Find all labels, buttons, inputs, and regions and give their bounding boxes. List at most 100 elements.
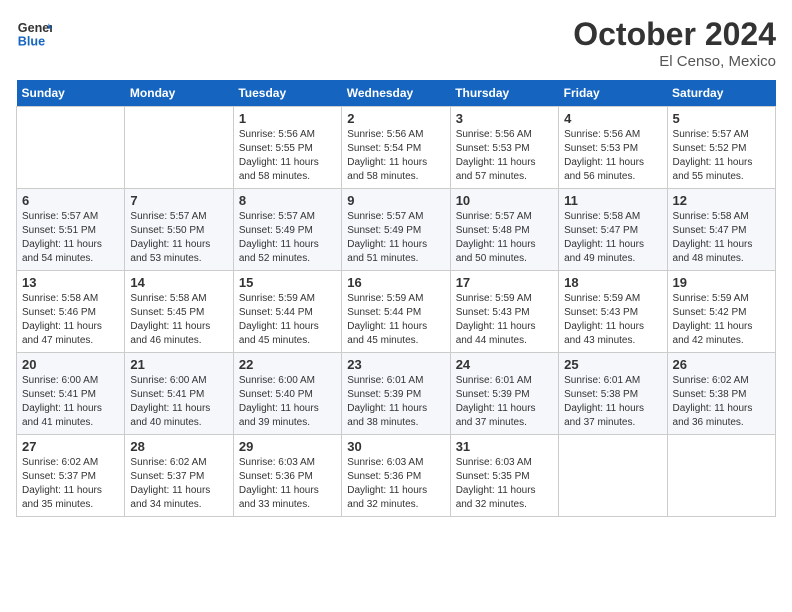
cell-info: Sunrise: 6:03 AM Sunset: 5:36 PM Dayligh… (239, 456, 336, 512)
day-header-tuesday: Tuesday (233, 80, 341, 107)
cell-info: Sunrise: 6:00 AM Sunset: 5:41 PM Dayligh… (130, 374, 227, 430)
cell-info: Sunrise: 5:57 AM Sunset: 5:52 PM Dayligh… (673, 128, 770, 184)
cell-info: Sunrise: 5:58 AM Sunset: 5:47 PM Dayligh… (673, 210, 770, 266)
calendar-cell: 31 Sunrise: 6:03 AM Sunset: 5:35 PM Dayli… (450, 435, 558, 517)
day-number: 2 (347, 111, 444, 126)
day-number: 17 (456, 275, 553, 290)
day-number: 27 (22, 439, 119, 454)
calendar-cell: 10 Sunrise: 5:57 AM Sunset: 5:48 PM Dayli… (450, 189, 558, 271)
svg-text:General: General (18, 21, 52, 35)
cell-info: Sunrise: 5:56 AM Sunset: 5:53 PM Dayligh… (564, 128, 661, 184)
week-row-3: 13 Sunrise: 5:58 AM Sunset: 5:46 PM Dayli… (17, 271, 776, 353)
calendar-cell: 20Sunrise: 6:00 AM Sunset: 5:41 PM Dayli… (17, 353, 125, 435)
cell-info: Sunrise: 5:57 AM Sunset: 5:49 PM Dayligh… (239, 210, 336, 266)
day-number: 21 (130, 357, 227, 372)
cell-info: Sunrise: 5:59 AM Sunset: 5:44 PM Dayligh… (239, 292, 336, 348)
calendar-cell: 9Sunrise: 5:57 AM Sunset: 5:49 PM Daylig… (342, 189, 450, 271)
day-number: 5 (673, 111, 770, 126)
day-number: 13 (22, 275, 119, 290)
day-header-sunday: Sunday (17, 80, 125, 107)
cell-info: Sunrise: 5:56 AM Sunset: 5:53 PM Dayligh… (456, 128, 553, 184)
cell-info: Sunrise: 5:56 AM Sunset: 5:55 PM Dayligh… (239, 128, 336, 184)
calendar-cell: 11Sunrise: 5:58 AM Sunset: 5:47 PM Dayli… (559, 189, 667, 271)
day-header-monday: Monday (125, 80, 233, 107)
cell-info: Sunrise: 5:59 AM Sunset: 5:44 PM Dayligh… (347, 292, 444, 348)
calendar-cell: 28 Sunrise: 6:02 AM Sunset: 5:37 PM Dayli… (125, 435, 233, 517)
calendar-cell: 1 Sunrise: 5:56 AM Sunset: 5:55 PM Daylig… (233, 107, 341, 189)
calendar-cell: 8 Sunrise: 5:57 AM Sunset: 5:49 PM Daylig… (233, 189, 341, 271)
cell-info: Sunrise: 6:02 AM Sunset: 5:38 PM Dayligh… (673, 374, 770, 430)
cell-info: Sunrise: 5:58 AM Sunset: 5:46 PM Dayligh… (22, 292, 119, 348)
cell-info: Sunrise: 5:57 AM Sunset: 5:50 PM Dayligh… (130, 210, 227, 266)
logo: General Blue (16, 16, 52, 52)
calendar-cell: 2 Sunrise: 5:56 AM Sunset: 5:54 PM Daylig… (342, 107, 450, 189)
cell-info: Sunrise: 6:02 AM Sunset: 5:37 PM Dayligh… (130, 456, 227, 512)
day-number: 3 (456, 111, 553, 126)
day-number: 31 (456, 439, 553, 454)
day-number: 1 (239, 111, 336, 126)
calendar-cell: 24Sunrise: 6:01 AM Sunset: 5:39 PM Dayli… (450, 353, 558, 435)
day-number: 23 (347, 357, 444, 372)
calendar-cell: 19Sunrise: 5:59 AM Sunset: 5:42 PM Dayli… (667, 271, 775, 353)
calendar-cell: 7 Sunrise: 5:57 AM Sunset: 5:50 PM Daylig… (125, 189, 233, 271)
day-number: 24 (456, 357, 553, 372)
day-header-thursday: Thursday (450, 80, 558, 107)
calendar-cell: 6Sunrise: 5:57 AM Sunset: 5:51 PM Daylig… (17, 189, 125, 271)
day-number: 15 (239, 275, 336, 290)
calendar-cell: 16 Sunrise: 5:59 AM Sunset: 5:44 PM Dayli… (342, 271, 450, 353)
cell-info: Sunrise: 6:01 AM Sunset: 5:38 PM Dayligh… (564, 374, 661, 430)
cell-info: Sunrise: 6:03 AM Sunset: 5:36 PM Dayligh… (347, 456, 444, 512)
calendar-cell: 29Sunrise: 6:03 AM Sunset: 5:36 PM Dayli… (233, 435, 341, 517)
calendar-table: SundayMondayTuesdayWednesdayThursdayFrid… (16, 80, 776, 517)
calendar-cell: 4 Sunrise: 5:56 AM Sunset: 5:53 PM Daylig… (559, 107, 667, 189)
cell-info: Sunrise: 6:00 AM Sunset: 5:40 PM Dayligh… (239, 374, 336, 430)
cell-info: Sunrise: 5:59 AM Sunset: 5:43 PM Dayligh… (456, 292, 553, 348)
calendar-cell: 3 Sunrise: 5:56 AM Sunset: 5:53 PM Daylig… (450, 107, 558, 189)
calendar-cell (667, 435, 775, 517)
cell-info: Sunrise: 5:58 AM Sunset: 5:45 PM Dayligh… (130, 292, 227, 348)
day-number: 10 (456, 193, 553, 208)
day-number: 22 (239, 357, 336, 372)
calendar-cell: 12 Sunrise: 5:58 AM Sunset: 5:47 PM Dayli… (667, 189, 775, 271)
calendar-cell: 25 Sunrise: 6:01 AM Sunset: 5:38 PM Dayli… (559, 353, 667, 435)
week-row-2: 6Sunrise: 5:57 AM Sunset: 5:51 PM Daylig… (17, 189, 776, 271)
cell-info: Sunrise: 5:57 AM Sunset: 5:51 PM Dayligh… (22, 210, 119, 266)
cell-info: Sunrise: 5:59 AM Sunset: 5:42 PM Dayligh… (673, 292, 770, 348)
calendar-cell: 23 Sunrise: 6:01 AM Sunset: 5:39 PM Dayli… (342, 353, 450, 435)
week-row-1: 1 Sunrise: 5:56 AM Sunset: 5:55 PM Daylig… (17, 107, 776, 189)
calendar-cell: 13 Sunrise: 5:58 AM Sunset: 5:46 PM Dayli… (17, 271, 125, 353)
cell-info: Sunrise: 5:59 AM Sunset: 5:43 PM Dayligh… (564, 292, 661, 348)
day-number: 8 (239, 193, 336, 208)
calendar-cell: 18 Sunrise: 5:59 AM Sunset: 5:43 PM Dayli… (559, 271, 667, 353)
calendar-cell: 27 Sunrise: 6:02 AM Sunset: 5:37 PM Dayli… (17, 435, 125, 517)
day-number: 7 (130, 193, 227, 208)
day-number: 4 (564, 111, 661, 126)
week-row-4: 20Sunrise: 6:00 AM Sunset: 5:41 PM Dayli… (17, 353, 776, 435)
day-number: 14 (130, 275, 227, 290)
cell-info: Sunrise: 5:58 AM Sunset: 5:47 PM Dayligh… (564, 210, 661, 266)
day-number: 28 (130, 439, 227, 454)
cell-info: Sunrise: 6:03 AM Sunset: 5:35 PM Dayligh… (456, 456, 553, 512)
calendar-cell: 17 Sunrise: 5:59 AM Sunset: 5:43 PM Dayli… (450, 271, 558, 353)
cell-info: Sunrise: 5:56 AM Sunset: 5:54 PM Dayligh… (347, 128, 444, 184)
day-number: 12 (673, 193, 770, 208)
day-number: 9 (347, 193, 444, 208)
day-header-saturday: Saturday (667, 80, 775, 107)
calendar-cell: 14 Sunrise: 5:58 AM Sunset: 5:45 PM Dayli… (125, 271, 233, 353)
calendar-cell: 15 Sunrise: 5:59 AM Sunset: 5:44 PM Dayli… (233, 271, 341, 353)
day-number: 16 (347, 275, 444, 290)
calendar-cell (125, 107, 233, 189)
calendar-cell (17, 107, 125, 189)
cell-info: Sunrise: 5:57 AM Sunset: 5:48 PM Dayligh… (456, 210, 553, 266)
calendar-cell: 21 Sunrise: 6:00 AM Sunset: 5:41 PM Dayli… (125, 353, 233, 435)
day-number: 25 (564, 357, 661, 372)
week-row-5: 27 Sunrise: 6:02 AM Sunset: 5:37 PM Dayli… (17, 435, 776, 517)
calendar-cell: 22 Sunrise: 6:00 AM Sunset: 5:40 PM Dayli… (233, 353, 341, 435)
day-number: 26 (673, 357, 770, 372)
day-number: 30 (347, 439, 444, 454)
cell-info: Sunrise: 6:01 AM Sunset: 5:39 PM Dayligh… (347, 374, 444, 430)
cell-info: Sunrise: 6:02 AM Sunset: 5:37 PM Dayligh… (22, 456, 119, 512)
cell-info: Sunrise: 6:00 AM Sunset: 5:41 PM Dayligh… (22, 374, 119, 430)
calendar-cell: 30 Sunrise: 6:03 AM Sunset: 5:36 PM Dayli… (342, 435, 450, 517)
day-number: 18 (564, 275, 661, 290)
